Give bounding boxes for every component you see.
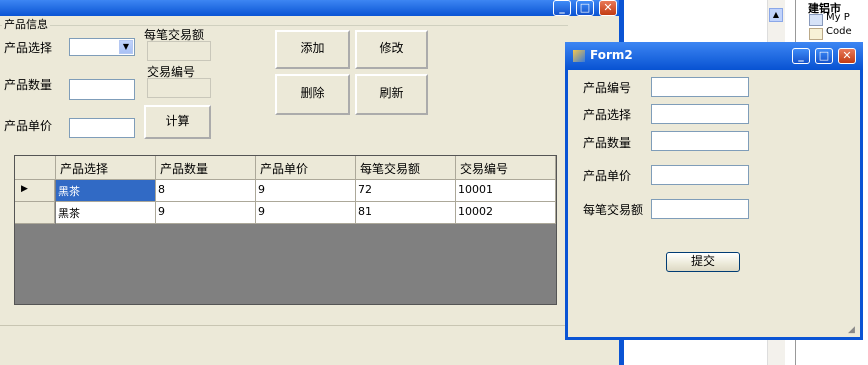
grid-header-per-trade-amount[interactable]: 每笔交易额	[356, 156, 456, 180]
trade-no-input[interactable]	[147, 78, 211, 98]
status-divider	[0, 325, 619, 326]
form2-per-trade-amount-input[interactable]	[651, 199, 749, 219]
grid-header-product-select[interactable]: 产品选择	[56, 156, 156, 180]
table-cell[interactable]: 9	[156, 202, 256, 224]
close-icon: ✕	[603, 1, 613, 14]
table-cell[interactable]: 72	[356, 180, 456, 202]
scroll-up-icon[interactable]: ▲	[769, 8, 783, 22]
form2-per-trade-amount-label: 每笔交易额	[583, 203, 644, 217]
form-app-icon	[573, 50, 585, 62]
row-header[interactable]: ▶	[15, 180, 55, 202]
form2-product-select-label: 产品选择	[583, 108, 632, 122]
grid-header-trade-no[interactable]: 交易编号	[456, 156, 556, 180]
close-button[interactable]: ✕	[599, 0, 617, 16]
grid-header-product-qty[interactable]: 产品数量	[156, 156, 256, 180]
tree-item-my-project[interactable]: My P	[826, 12, 850, 23]
form2-product-no-label: 产品编号	[583, 81, 632, 95]
current-row-arrow-icon: ▶	[21, 184, 28, 194]
group-title: 产品信息	[2, 16, 50, 32]
form2-title: Form2	[590, 48, 633, 62]
chevron-down-icon[interactable]: ▼	[119, 40, 133, 54]
form2-product-qty-input[interactable]	[651, 131, 749, 151]
product-price-label: 产品单价	[4, 119, 53, 133]
calc-button[interactable]: 计算	[144, 105, 211, 139]
data-grid[interactable]: 产品选择 产品数量 产品单价 每笔交易额 交易编号 ▶ 黑茶 8 9 72 10…	[14, 155, 557, 305]
maximize-button[interactable]: □	[576, 0, 594, 16]
form2-product-price-label: 产品单价	[583, 169, 632, 183]
product-qty-label: 产品数量	[4, 78, 53, 92]
delete-button[interactable]: 删除	[275, 74, 350, 115]
resize-grip-icon[interactable]: ◢	[848, 325, 855, 335]
product-qty-input[interactable]	[69, 79, 135, 100]
maximize-icon: □	[818, 49, 830, 62]
form2-product-qty-label: 产品数量	[583, 136, 632, 150]
row-header[interactable]	[15, 202, 55, 224]
table-cell[interactable]: 8	[156, 180, 256, 202]
code-file-icon	[809, 28, 823, 40]
product-price-input[interactable]	[69, 118, 135, 138]
submit-button[interactable]: 提交	[666, 252, 740, 272]
minimize-button[interactable]: _	[553, 0, 571, 16]
form2-product-select-input[interactable]	[651, 104, 749, 124]
per-trade-amount-input[interactable]	[147, 41, 211, 61]
main-window-titlebar[interactable]: _ □ ✕	[0, 0, 624, 16]
table-cell[interactable]: 黑茶	[56, 180, 156, 202]
table-cell[interactable]: 10002	[456, 202, 556, 224]
grid-header-product-price[interactable]: 产品单价	[256, 156, 356, 180]
close-icon: ✕	[842, 49, 852, 62]
minimize-icon: _	[798, 49, 804, 62]
form2-maximize-button[interactable]: □	[815, 48, 833, 64]
minimize-icon: _	[559, 1, 565, 14]
grid-corner-header	[15, 156, 56, 180]
product-select-combo[interactable]: ▼	[69, 38, 135, 56]
form2-product-no-input[interactable]	[651, 77, 749, 97]
product-select-label: 产品选择	[4, 41, 53, 55]
table-cell[interactable]: 9	[256, 180, 356, 202]
table-cell[interactable]: 黑茶	[56, 202, 156, 224]
table-cell[interactable]: 10001	[456, 180, 556, 202]
modify-button[interactable]: 修改	[355, 30, 428, 69]
table-cell[interactable]: 9	[256, 202, 356, 224]
table-cell[interactable]: 81	[356, 202, 456, 224]
form2-close-button[interactable]: ✕	[838, 48, 856, 64]
add-button[interactable]: 添加	[275, 30, 350, 69]
form-file-icon	[809, 14, 823, 26]
maximize-icon: □	[579, 1, 591, 14]
refresh-button[interactable]: 刷新	[355, 74, 428, 115]
form2-product-price-input[interactable]	[651, 165, 749, 185]
form2-titlebar[interactable]: Form2 _ □ ✕	[565, 42, 863, 70]
tree-item-code[interactable]: Code	[826, 26, 852, 37]
form2-minimize-button[interactable]: _	[792, 48, 810, 64]
